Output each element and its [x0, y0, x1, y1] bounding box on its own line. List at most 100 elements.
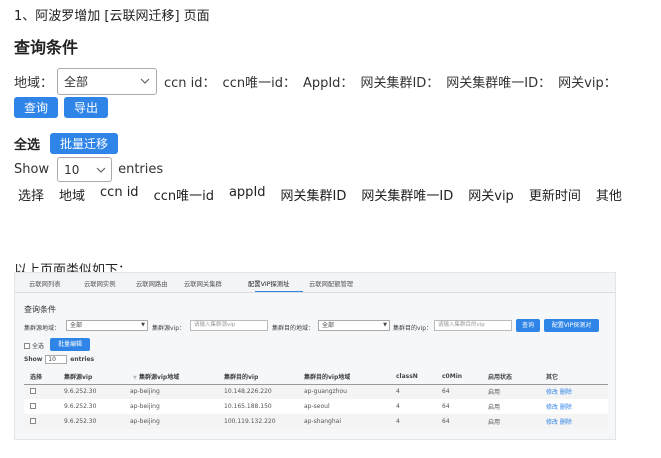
screenshot-query-button[interactable]: 查询	[516, 319, 540, 332]
bulk-row: 全选 批量迁移	[14, 133, 119, 154]
show-label: Show	[14, 162, 50, 177]
page-size-value: 10	[64, 162, 80, 177]
screenshot-dst-vip-input[interactable]: 请输入集群目的vip	[434, 320, 512, 331]
select-all-label[interactable]: 全选	[14, 134, 40, 153]
screenshot-tab[interactable]: 云联网路由	[136, 279, 167, 288]
table-cell: ap-shanghai	[298, 414, 390, 429]
column-header[interactable]: 网关集群ID	[281, 185, 347, 204]
column-header[interactable]: 网关vip	[468, 185, 514, 204]
table-cell: 启用	[482, 399, 540, 414]
screenshot-src-region-value: 全部	[70, 322, 83, 329]
screenshot-tab[interactable]: 云联网关集群	[184, 279, 222, 288]
batch-migrate-button[interactable]: 批量迁移	[50, 133, 119, 154]
column-header[interactable]: 其他	[596, 185, 622, 204]
screenshot-tab[interactable]: 云联网实例	[84, 279, 115, 288]
screenshot-tab[interactable]: 云联网配额管理	[309, 279, 353, 288]
table-cell: 64	[436, 399, 482, 414]
screenshot-select-all-label: 全选	[32, 343, 45, 350]
screenshot-dst-vip-label: 集群目的vip：	[393, 325, 433, 332]
section-title: 查询条件	[14, 38, 79, 57]
screenshot-column-header[interactable]: 选择	[24, 370, 58, 385]
gateway-cluster-id-field-label: 网关集群ID：	[360, 76, 440, 91]
screenshot-show-label: Show	[24, 356, 43, 363]
table-cell: 64	[436, 414, 482, 429]
table-row: 9.6.252.30 ap-beijing 10.148.226.220 ap-…	[24, 384, 608, 399]
checkbox-icon[interactable]	[30, 417, 36, 424]
column-header[interactable]: ccn唯一id	[154, 185, 214, 204]
chevron-down-icon	[96, 167, 106, 173]
screenshot-dst-region-label: 集群目的地域：	[272, 325, 315, 332]
table-cell: 9.6.252.30	[58, 384, 124, 399]
checkbox-icon[interactable]	[24, 342, 30, 349]
screenshot-column-header[interactable]: 集群目的vip地域	[298, 370, 390, 385]
row-actions[interactable]: 修改 删除	[540, 384, 608, 399]
screenshot-column-header[interactable]: 集群源vip	[58, 370, 124, 385]
screenshot-tab[interactable]: 云联网列表	[29, 279, 60, 288]
table-cell: 10.165.188.150	[218, 399, 298, 414]
column-header[interactable]: appId	[229, 185, 266, 204]
column-header[interactable]: 地域	[59, 185, 85, 204]
screenshot-column-header[interactable]: 其它	[540, 370, 608, 385]
screenshot-page-size-select[interactable]: 10	[45, 355, 68, 364]
table-cell: ap-beijing	[124, 384, 218, 399]
table-cell: ap-beijing	[124, 414, 218, 429]
screenshot-batch-edit-button[interactable]: 批量编辑	[50, 338, 90, 351]
screenshot-column-header[interactable]: classN	[390, 370, 436, 385]
table-cell: 9.6.252.30	[58, 414, 124, 429]
table-cell: 64	[436, 384, 482, 399]
filter-row: 地域： 全部 ccn id： ccn唯一id： AppId： 网关集群ID： 网…	[14, 68, 617, 95]
screenshot-tab-active[interactable]: 配置VIP探测址	[248, 279, 289, 288]
active-tab-indicator	[255, 291, 303, 292]
column-header[interactable]: ccn id	[100, 185, 139, 204]
screenshot-page-size-row: Show 10 entries	[24, 355, 94, 364]
chevron-down-icon: ▼	[141, 322, 145, 328]
column-header[interactable]: 网关集群唯一ID	[361, 185, 453, 204]
sort-icon: ▼	[133, 375, 137, 382]
query-button[interactable]: 查询	[14, 97, 59, 118]
screenshot-page-size-value: 10	[48, 356, 56, 363]
export-button[interactable]: 导出	[64, 97, 109, 118]
example-screenshot: 云联网列表 云联网实例 云联网路由 云联网关集群 配置VIP探测址 云联网配额管…	[14, 272, 616, 440]
row-actions[interactable]: 修改 删除	[540, 399, 608, 414]
row-actions[interactable]: 修改 删除	[540, 414, 608, 429]
screenshot-dst-region-value: 全部	[322, 322, 335, 329]
screenshot-table: 选择 集群源vip ▼ 集群源vip地域 集群目的vip 集群目的vip地域 c…	[24, 370, 608, 429]
page-size-select[interactable]: 10	[57, 157, 113, 182]
screenshot-column-header[interactable]: c0Min	[436, 370, 482, 385]
table-cell: 4	[390, 414, 436, 429]
screenshot-tab-bar: 云联网列表 云联网实例 云联网路由 云联网关集群 配置VIP探测址 云联网配额管…	[15, 273, 615, 293]
checkbox-icon[interactable]	[30, 402, 36, 409]
screenshot-src-vip-input[interactable]: 请输入集群源vip	[190, 320, 268, 331]
region-label: 地域：	[14, 76, 54, 91]
checkbox-icon[interactable]	[30, 387, 36, 394]
table-row: 9.6.252.30 ap-beijing 10.165.188.150 ap-…	[24, 399, 608, 414]
screenshot-entries-label: entries	[70, 356, 95, 363]
screenshot-src-region-label: 集群源地域：	[24, 325, 61, 332]
table-cell: ap-seoul	[298, 399, 390, 414]
table-cell: 100.119.132.220	[218, 414, 298, 429]
screenshot-column-header[interactable]: ▼ 集群源vip地域	[124, 370, 218, 385]
screenshot-dst-region-select[interactable]: 全部 ▼	[318, 320, 390, 331]
screenshot-select-all[interactable]: 全选	[24, 341, 44, 350]
table-header: 选择 地域 ccn id ccn唯一id appId 网关集群ID 网关集群唯一…	[18, 185, 637, 204]
screenshot-table-header-row: 选择 集群源vip ▼ 集群源vip地域 集群目的vip 集群目的vip地域 c…	[24, 370, 608, 385]
screenshot-src-vip-label: 集群源vip：	[152, 325, 186, 332]
table-cell: 启用	[482, 384, 540, 399]
screenshot-column-header[interactable]: 启用状态	[482, 370, 540, 385]
gateway-vip-field-label: 网关vip：	[558, 76, 617, 91]
region-select-value: 全部	[64, 75, 89, 89]
screenshot-column-header[interactable]: 集群目的vip	[218, 370, 298, 385]
column-header[interactable]: 更新时间	[529, 185, 581, 204]
gateway-cluster-unique-id-field-label: 网关集群唯一ID：	[446, 76, 552, 91]
table-row: 9.6.252.30 ap-beijing 100.119.132.220 ap…	[24, 414, 608, 429]
table-cell: ap-beijing	[124, 399, 218, 414]
entries-label: entries	[118, 162, 164, 177]
region-select[interactable]: 全部	[57, 68, 158, 95]
page-size-row: Show 10 entries	[14, 157, 163, 182]
column-header[interactable]: 选择	[18, 185, 44, 204]
table-cell: 启用	[482, 414, 540, 429]
table-cell: 10.148.226.220	[218, 384, 298, 399]
ccn-unique-id-field-label: ccn唯一id：	[222, 76, 296, 91]
screenshot-src-region-select[interactable]: 全部 ▼	[66, 320, 148, 331]
screenshot-config-button[interactable]: 配置VIP探测对	[544, 319, 599, 332]
